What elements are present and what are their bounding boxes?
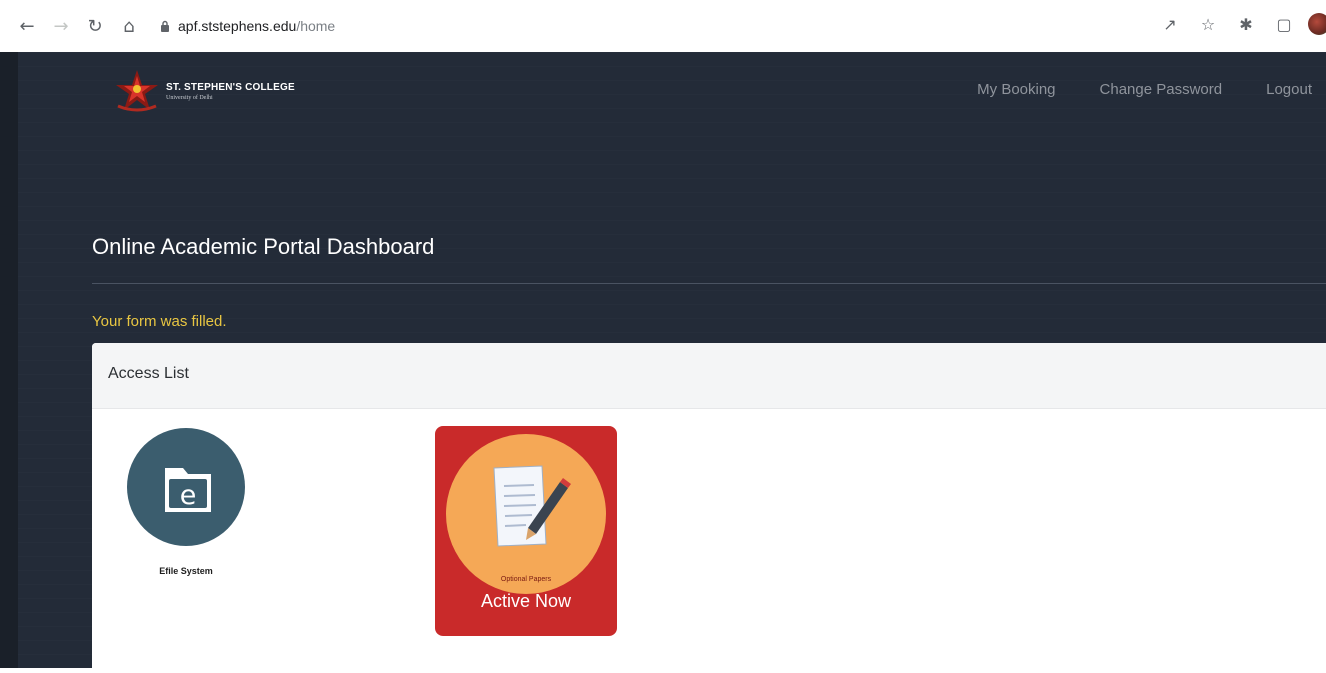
home-icon[interactable]: ⌂: [116, 13, 142, 39]
back-arrow-icon[interactable]: ←: [14, 13, 40, 39]
lock-icon: [161, 20, 169, 32]
access-list-header: Access List: [92, 343, 1326, 409]
star-icon[interactable]: ☆: [1196, 12, 1220, 36]
title-divider: [92, 283, 1326, 284]
portal-page: ST. STEPHEN'S COLLEGE University of Delh…: [0, 52, 1326, 673]
page-title: Online Academic Portal Dashboard: [92, 234, 435, 259]
optional-papers-label: Optional Papers: [500, 576, 552, 583]
profile-avatar[interactable]: [1308, 13, 1326, 35]
document-pen-icon: [446, 434, 606, 594]
college-name: ST. STEPHEN'S COLLEGE: [166, 81, 295, 93]
extensions-icon[interactable]: ✱: [1234, 12, 1258, 36]
efile-system-tile[interactable]: e Efile System: [126, 428, 246, 576]
college-subtitle: University of Delhi: [166, 94, 213, 101]
access-list-card: Access List e Efile System Optional Pape…: [92, 343, 1326, 673]
browser-actions: ↗ ☆ ✱ ▢: [1144, 12, 1326, 36]
url-host: apf.ststephens.edu: [178, 18, 297, 34]
reload-icon[interactable]: ↻: [82, 13, 108, 39]
nav-logout[interactable]: Logout: [1266, 81, 1312, 98]
college-crest-icon: [116, 70, 158, 112]
forward-arrow-icon[interactable]: →: [48, 13, 74, 39]
left-edge-strip: [0, 52, 18, 668]
nav-my-booking[interactable]: My Booking: [977, 81, 1055, 98]
side-panel-icon[interactable]: ▢: [1272, 12, 1296, 36]
efile-folder-icon: e: [127, 428, 245, 546]
url-path: /home: [296, 18, 336, 34]
share-icon[interactable]: ↗: [1158, 12, 1182, 36]
efile-system-label: Efile System: [159, 566, 213, 576]
status-message: Your form was filled.: [92, 313, 227, 330]
active-now-status: Active Now: [480, 591, 572, 611]
svg-text:e: e: [180, 480, 197, 511]
nav-change-password[interactable]: Change Password: [1100, 81, 1223, 98]
browser-toolbar: ← → ↻ ⌂ apf.ststephens.edu/home ↗ ☆ ✱ ▢: [0, 0, 1326, 52]
address-bar[interactable]: apf.ststephens.edu/home: [160, 18, 335, 34]
top-navigation: My Booking Change Password Logout: [933, 81, 1312, 98]
optional-papers-tile[interactable]: Optional Papers Active Now: [435, 426, 617, 636]
college-logo[interactable]: ST. STEPHEN'S COLLEGE University of Delh…: [112, 66, 295, 116]
